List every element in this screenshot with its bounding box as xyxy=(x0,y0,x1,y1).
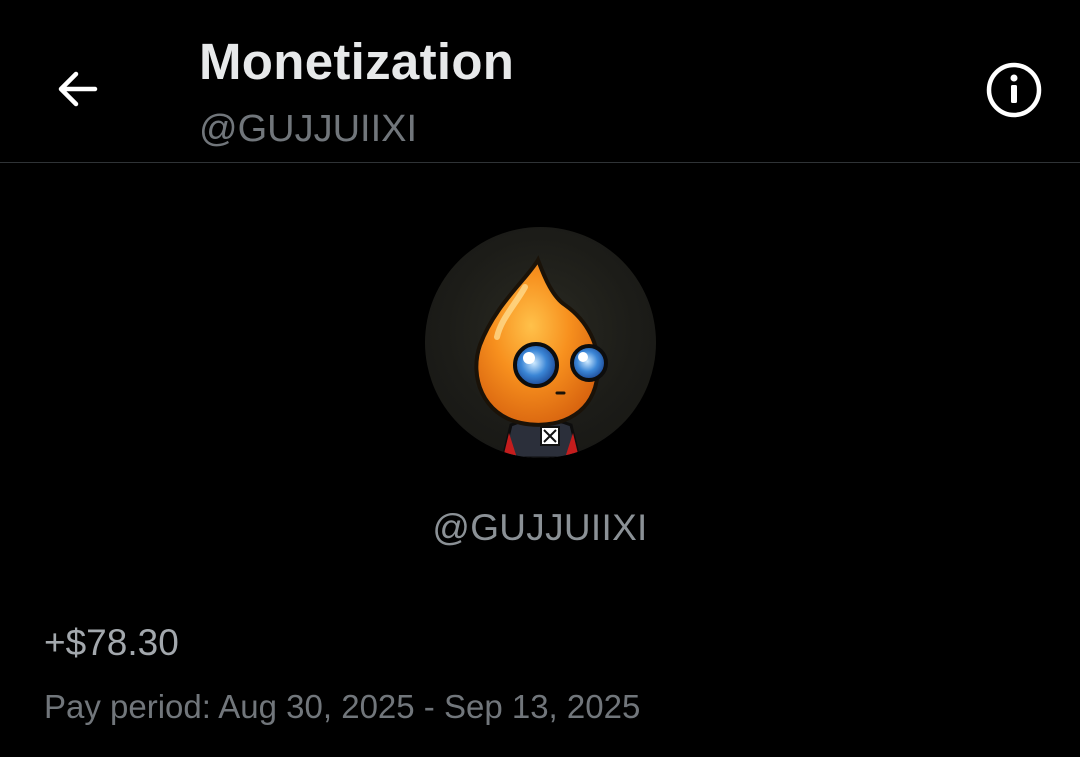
pay-period-range: Aug 30, 2025 - Sep 13, 2025 xyxy=(218,688,641,725)
pay-period: Pay period: Aug 30, 2025 - Sep 13, 2025 xyxy=(44,683,640,731)
back-button[interactable] xyxy=(46,58,108,120)
page-title: Monetization xyxy=(199,33,515,90)
avatar xyxy=(425,227,656,458)
earnings-amount: +$78.30 xyxy=(44,622,179,663)
top-app-bar: Monetization @GUJJUIIXI xyxy=(0,0,1080,163)
flame-character-avatar xyxy=(474,255,608,458)
arrow-left-icon xyxy=(58,71,98,107)
info-circle-icon xyxy=(986,62,1042,118)
pay-period-label: Pay period: xyxy=(44,688,211,725)
header-handle: @GUJJUIIXI xyxy=(199,108,418,150)
profile-handle: @GUJJUIIXI xyxy=(432,507,648,548)
info-button[interactable] xyxy=(982,58,1046,122)
